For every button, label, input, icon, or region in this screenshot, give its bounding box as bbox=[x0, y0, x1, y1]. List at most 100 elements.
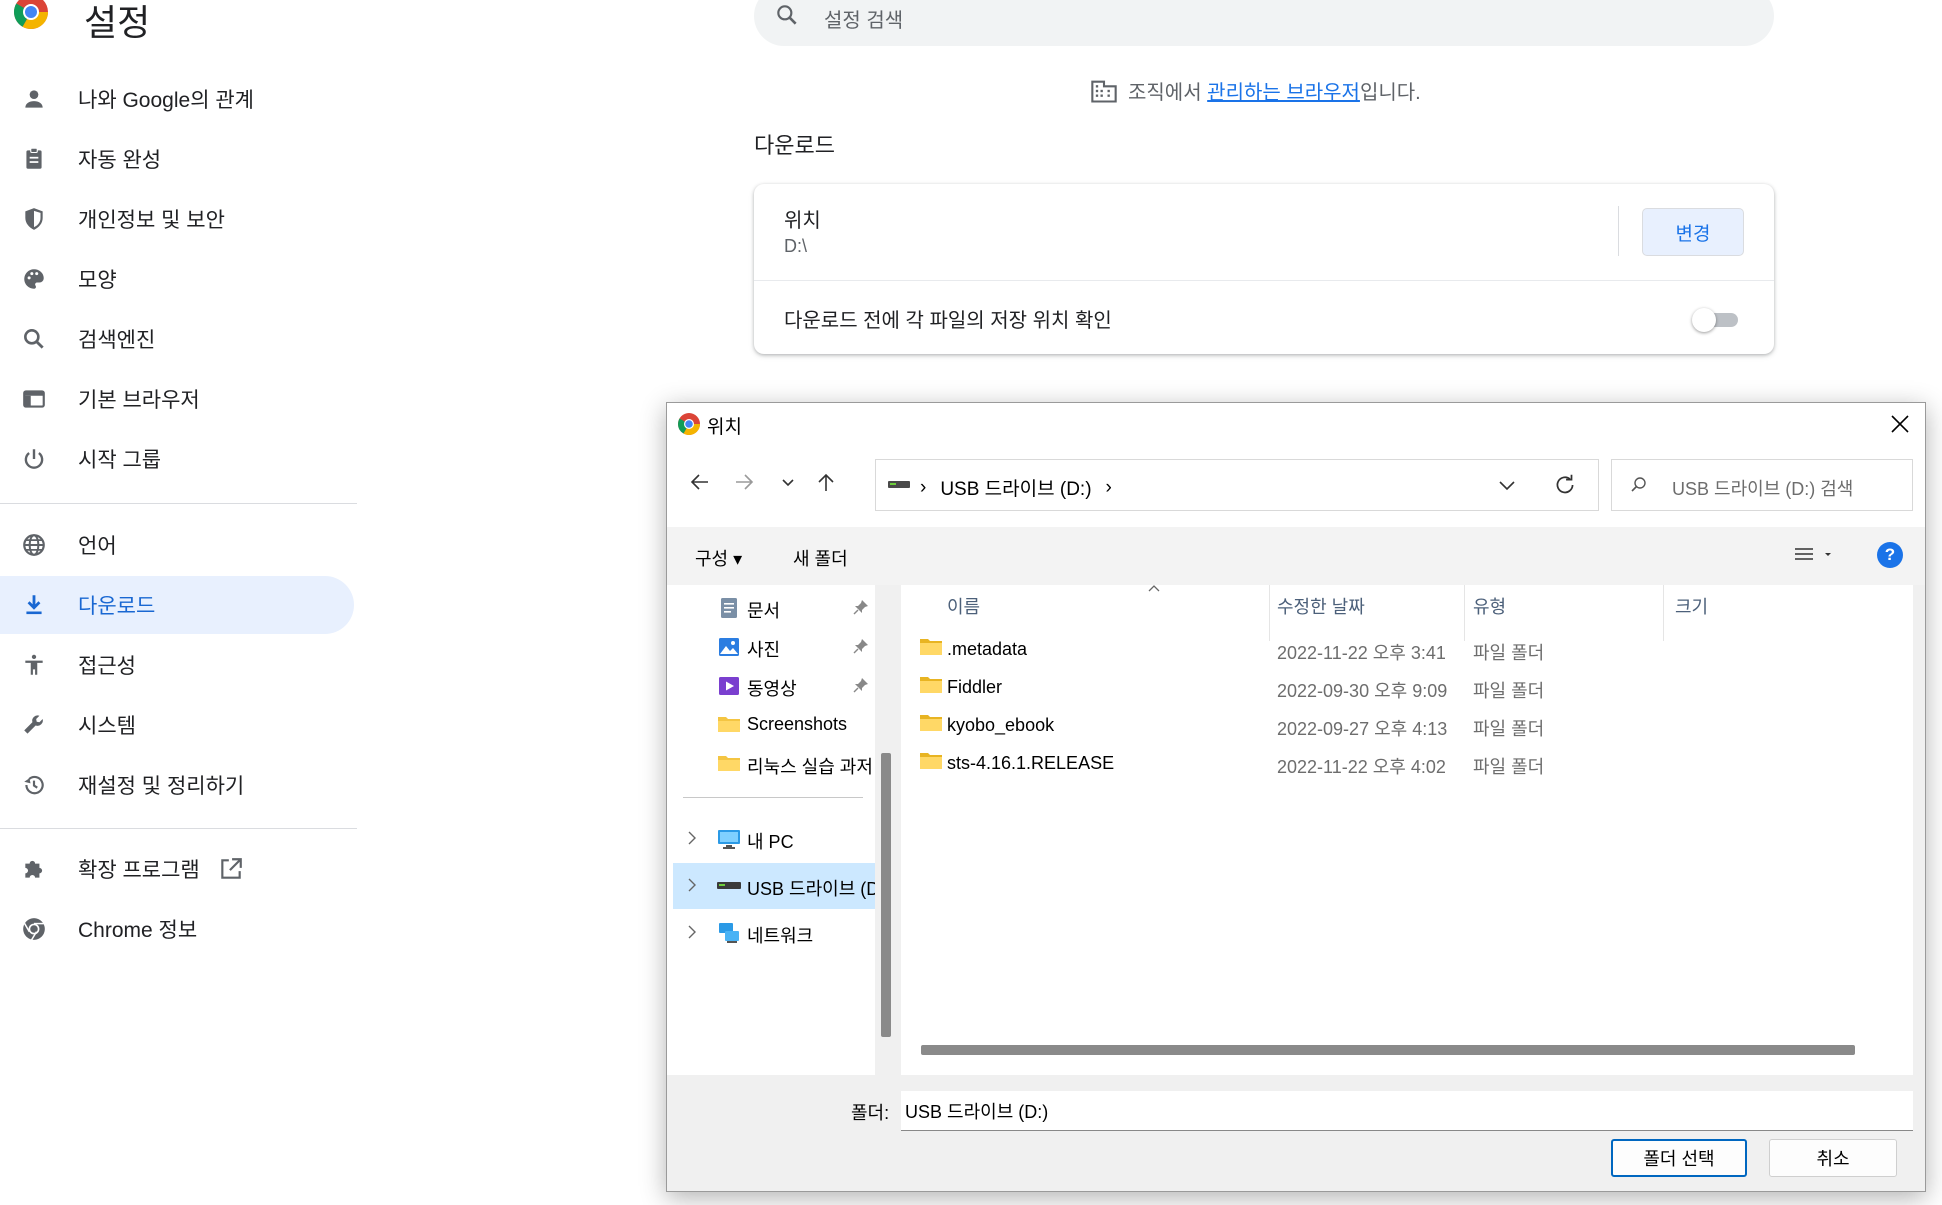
breadcrumb-separator-icon: › bbox=[920, 476, 927, 498]
tree-item-label: 리눅스 실습 과저 bbox=[747, 757, 873, 777]
managed-browser-banner: 조직에서 관리하는 브라우저입니다. bbox=[1090, 76, 1421, 105]
sidebar-item-default-browser[interactable]: 기본 브라우저 bbox=[0, 370, 354, 428]
breadcrumb-drive[interactable]: USB 드라이브 (D:) bbox=[940, 474, 1091, 501]
tree-divider bbox=[683, 797, 863, 798]
sidebar-item-label: 개인정보 및 보안 bbox=[78, 209, 225, 232]
change-location-button[interactable]: 변경 bbox=[1642, 208, 1744, 256]
sidebar-item-autofill[interactable]: 자동 완성 bbox=[0, 130, 354, 188]
file-row[interactable]: .metadata 2022-11-22 오후 3:41 파일 폴더 bbox=[901, 629, 1913, 669]
sidebar-item-label: 기본 브라우저 bbox=[78, 389, 200, 412]
folder-field-label: 폴더: bbox=[851, 1103, 890, 1123]
column-header-name[interactable]: 이름 bbox=[947, 593, 980, 619]
sidebar-item-label: 다운로드 bbox=[78, 595, 156, 618]
up-arrow-icon[interactable] bbox=[811, 467, 841, 497]
sidebar-item-label: 시스템 bbox=[78, 715, 136, 738]
sidebar-item-downloads[interactable]: 다운로드 bbox=[0, 576, 354, 634]
chevron-right-icon[interactable] bbox=[685, 877, 699, 893]
column-header-type[interactable]: 유형 bbox=[1473, 593, 1506, 619]
address-bar[interactable]: › USB 드라이브 (D:) › bbox=[875, 459, 1599, 511]
sidebar-item-accessibility[interactable]: 접근성 bbox=[0, 636, 354, 694]
sidebar-item-languages[interactable]: 언어 bbox=[0, 516, 354, 574]
tree-scrollbar[interactable] bbox=[881, 753, 891, 1037]
shield-icon bbox=[0, 206, 68, 232]
videos-folder-icon bbox=[717, 674, 741, 698]
horizontal-scrollbar[interactable] bbox=[921, 1045, 1855, 1055]
sidebar-item-privacy[interactable]: 개인정보 및 보안 bbox=[0, 190, 354, 248]
puzzle-icon bbox=[0, 856, 68, 882]
sidebar-item-label: 검색엔진 bbox=[78, 329, 156, 352]
search-icon bbox=[0, 326, 68, 352]
sidebar-item-system[interactable]: 시스템 bbox=[0, 696, 354, 754]
sidebar-item-extensions[interactable]: 확장 프로그램 bbox=[0, 840, 354, 898]
sidebar-divider bbox=[0, 828, 357, 829]
file-row[interactable]: Fiddler 2022-09-30 오후 9:09 파일 폴더 bbox=[901, 667, 1913, 707]
back-arrow-icon[interactable] bbox=[685, 467, 715, 497]
new-folder-button[interactable]: 새 폴더 bbox=[793, 545, 848, 571]
recent-locations-chevron-icon[interactable] bbox=[773, 467, 803, 497]
help-icon[interactable]: ? bbox=[1877, 542, 1903, 568]
folder-field[interactable] bbox=[901, 1091, 1913, 1131]
tree-item-label: 문서 bbox=[747, 601, 781, 621]
file-date: 2022-09-30 오후 9:09 bbox=[1277, 681, 1448, 701]
tree-item-linux-practice[interactable]: 리눅스 실습 과저 bbox=[667, 741, 875, 787]
sidebar-item-label: Chrome 정보 bbox=[78, 919, 198, 942]
refresh-icon[interactable] bbox=[1552, 472, 1578, 498]
cancel-button[interactable]: 취소 bbox=[1769, 1139, 1897, 1177]
sidebar-item-search-engine[interactable]: 검색엔진 bbox=[0, 310, 354, 368]
location-value: D:\ bbox=[784, 236, 808, 256]
sidebar-item-about-chrome[interactable]: Chrome 정보 bbox=[0, 900, 354, 958]
sidebar-item-reset[interactable]: 재설정 및 정리하기 bbox=[0, 756, 354, 814]
sidebar-item-label: 확장 프로그램 bbox=[78, 859, 200, 882]
drive-icon bbox=[888, 480, 910, 490]
search-icon bbox=[774, 2, 800, 28]
sidebar-item-on-startup[interactable]: 시작 그룹 bbox=[0, 430, 354, 488]
drive-icon bbox=[717, 881, 741, 905]
file-type: 파일 폴더 bbox=[1473, 719, 1545, 739]
navigation-tree: 문서 사진 동영상 Screenshots 리눅스 실습 과저 내 PC USB… bbox=[667, 585, 875, 1075]
column-header-date[interactable]: 수정한 날짜 bbox=[1277, 593, 1365, 619]
browser-window-icon bbox=[0, 386, 68, 412]
column-header-size[interactable]: 크기 bbox=[1675, 593, 1708, 619]
sidebar-item-label: 시작 그룹 bbox=[78, 449, 162, 472]
close-icon[interactable] bbox=[1889, 413, 1911, 435]
sidebar-item-label: 나와 Google의 관계 bbox=[78, 89, 254, 112]
separator bbox=[754, 280, 1774, 281]
ask-where-to-save-toggle[interactable] bbox=[1692, 306, 1740, 332]
page-title: 설정 bbox=[84, 2, 151, 43]
document-folder-icon bbox=[717, 596, 741, 620]
history-icon bbox=[0, 772, 68, 798]
forward-arrow-icon[interactable] bbox=[729, 467, 759, 497]
settings-search-input[interactable]: 설정 검색 bbox=[754, 0, 1774, 46]
view-options-icon[interactable] bbox=[1793, 545, 1837, 565]
select-folder-button[interactable]: 폴더 선택 bbox=[1611, 1139, 1747, 1177]
managed-prefix: 조직에서 bbox=[1128, 82, 1208, 104]
pc-icon bbox=[717, 827, 741, 851]
managed-suffix: 입니다. bbox=[1359, 82, 1421, 104]
search-placeholder: 설정 검색 bbox=[824, 10, 904, 32]
organize-menu-button[interactable]: 구성 ▾ bbox=[695, 545, 742, 571]
pin-icon bbox=[853, 638, 869, 654]
dialog-command-bar: 구성 ▾ 새 폴더 ? bbox=[667, 527, 1925, 585]
sidebar-item-you-and-google[interactable]: 나와 Google의 관계 bbox=[0, 70, 354, 128]
chrome-logo-icon bbox=[12, 0, 50, 34]
pin-icon bbox=[853, 677, 869, 693]
chevron-down-icon[interactable] bbox=[1496, 474, 1518, 496]
tree-item-usb-drive[interactable]: USB 드라이브 (D bbox=[673, 863, 875, 909]
chevron-right-icon[interactable] bbox=[685, 830, 699, 846]
tree-item-network[interactable]: 네트워크 bbox=[667, 910, 875, 956]
dialog-navigation-bar: › USB 드라이브 (D:) › USB 드라이브 (D:) 검색 bbox=[667, 445, 1925, 527]
dialog-titlebar: 위치 bbox=[667, 403, 1925, 445]
file-name: .metadata bbox=[947, 639, 1028, 659]
folder-picker-dialog: 위치 › USB 드라이브 (D:) › USB 드라이브 (D:) 검색 구성… bbox=[666, 402, 1926, 1192]
chevron-right-icon[interactable] bbox=[685, 924, 699, 940]
file-type: 파일 폴더 bbox=[1473, 757, 1545, 777]
folder-search-input[interactable]: USB 드라이브 (D:) 검색 bbox=[1611, 459, 1913, 511]
breadcrumb-separator-icon[interactable]: › bbox=[1106, 477, 1112, 499]
managed-browser-link[interactable]: 관리하는 브라우저 bbox=[1207, 82, 1360, 104]
sidebar-item-appearance[interactable]: 모양 bbox=[0, 250, 354, 308]
sidebar-item-label: 언어 bbox=[78, 535, 117, 558]
file-row[interactable]: kyobo_ebook 2022-09-27 오후 4:13 파일 폴더 bbox=[901, 705, 1913, 745]
tree-item-this-pc[interactable]: 내 PC bbox=[667, 816, 875, 862]
file-row[interactable]: sts-4.16.1.RELEASE 2022-11-22 오후 4:02 파일… bbox=[901, 743, 1913, 783]
folder-icon bbox=[919, 713, 943, 733]
